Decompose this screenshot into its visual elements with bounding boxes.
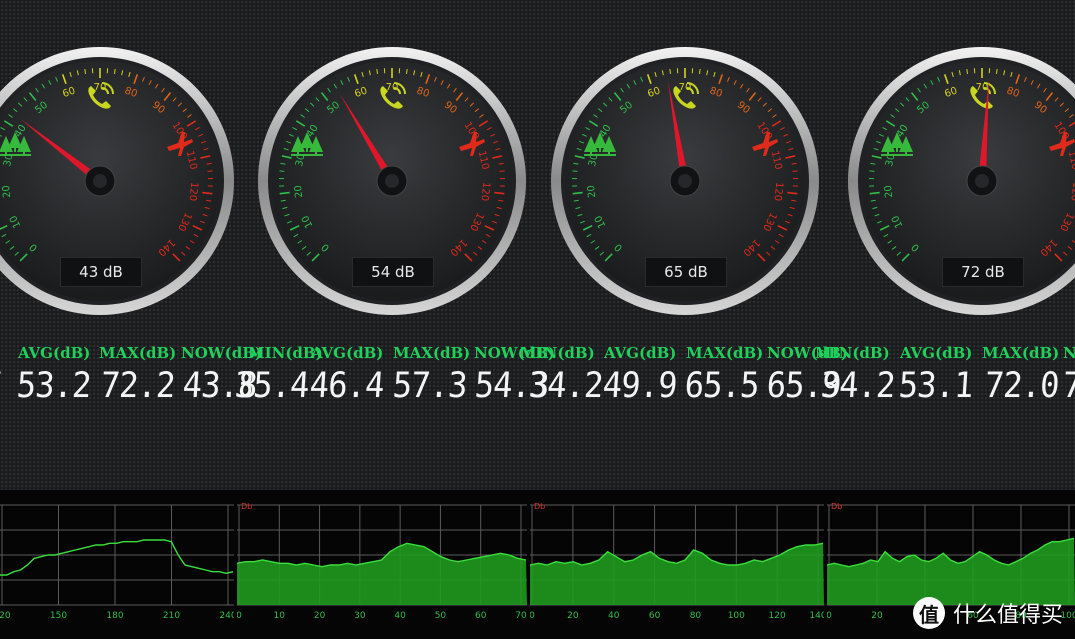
history-graph-2: Db 0 10 20 30 40 50 60 70	[237, 490, 527, 639]
max-value: 57.3	[391, 366, 468, 406]
graph-unit-label: Db	[831, 502, 842, 511]
graph-x-label: 60	[475, 611, 487, 621]
max-value: 72.2	[99, 366, 176, 406]
graph-plot: Db 0 10 20 30 40 50 60 70	[237, 502, 527, 621]
graph-x-label: 240	[219, 611, 234, 621]
scale-label: 20	[586, 185, 598, 199]
min-value: 34.2	[527, 366, 604, 406]
gauge-readout: 72 dB	[942, 257, 1024, 287]
avg-header: AVG(dB)	[604, 344, 677, 362]
graph-x-label: 150	[50, 611, 67, 621]
watermark-text: 什么值得买	[952, 603, 1063, 628]
graph-x-label: 20	[314, 611, 326, 621]
graph-x-label: 140	[809, 611, 824, 621]
graph-x-label: 120	[0, 611, 11, 621]
watermark-logo: 值	[912, 597, 945, 629]
avg-header: AVG(dB)	[900, 344, 973, 362]
watermark: 值 什么值得买	[912, 597, 1063, 629]
avg-header: AVG(dB)	[311, 344, 384, 362]
gauge-3: 0 10 20 30 40 50 60 70 80 90 100 110 120 130 140 65 dB	[549, 45, 821, 317]
history-graph-1: 120 150 180 210 240	[0, 490, 234, 639]
graph-x-label: 50	[435, 611, 447, 621]
history-graph-3: Db 0 20 40 60 80 100 120 140	[530, 490, 824, 639]
avg-header: AVG(dB)	[18, 344, 91, 362]
graph-line	[0, 539, 234, 576]
graph-x-label: 40	[608, 611, 620, 621]
graph-x-label: 30	[354, 611, 366, 621]
gauge-readout: 65 dB	[645, 257, 727, 287]
min-header: MIN(dB)	[520, 344, 595, 362]
min-value: 35.4	[233, 366, 310, 406]
scale-label: 20	[1, 185, 13, 199]
graph-x-label: 10	[274, 611, 286, 621]
graph-x-label: 100	[728, 611, 745, 621]
min-header: MIN(dB)	[815, 344, 890, 362]
max-value: 65.5	[683, 366, 760, 406]
now-value: 7	[1061, 366, 1075, 406]
avg-value: 53.1	[897, 366, 974, 406]
graph-x-label: 0	[237, 611, 242, 621]
min-value: 34.2	[819, 366, 896, 406]
avg-value: 53.2	[15, 366, 92, 406]
graph-x-label: 80	[690, 611, 702, 621]
gauge-readout: 54 dB	[352, 257, 434, 287]
max-header: MAX(dB)	[99, 344, 177, 362]
gauge-4: 0 10 20 30 40 50 60 70 80 90 100 110 120 130 140 72 dB	[846, 45, 1075, 317]
graph-unit-label: Db	[241, 502, 252, 511]
graph-x-label: 70	[515, 611, 527, 621]
scale-label: 120	[186, 181, 199, 201]
graph-x-label: 0	[827, 611, 832, 621]
graph-area	[237, 543, 527, 605]
graph-x-label: 20	[871, 611, 883, 621]
graph-x-label: 180	[106, 611, 123, 621]
graph-plot: 120 150 180 210 240	[0, 504, 234, 621]
graph-area	[530, 543, 824, 605]
scale-label: 120	[478, 181, 491, 201]
now-header: NOW(dB)	[1063, 344, 1075, 362]
graph-plot: Db 0 20 40 60 80 100 120 140	[530, 502, 824, 621]
graph-x-label: 20	[567, 611, 579, 621]
graph-x-label: 0	[530, 611, 535, 621]
gauge-1: 0 10 20 30 40 50 60 70 80 90 100 110 120 130 140 43 dB	[0, 45, 236, 317]
graph-x-label: 210	[163, 611, 180, 621]
gauge-readout: 43 dB	[60, 257, 142, 287]
graph-x-label: 40	[394, 611, 406, 621]
graph-unit-label: Db	[534, 502, 545, 511]
gauge-2: 0 10 20 30 40 50 60 70 80 90 100 110 120 130 140 54 dB	[256, 45, 528, 317]
gauge-strip: 0 10 20 30 40 50 60 70 80 90 100 110 120 130 140 43 dB…	[0, 0, 1075, 330]
graph-area	[827, 538, 1075, 605]
max-header: MAX(dB)	[393, 344, 471, 362]
stats-panel: 7 AVG(dB) MAX(dB) NOW(dB) MIN(dB) 53.2 7…	[0, 336, 1075, 416]
avg-value: 49.9	[601, 366, 678, 406]
max-header: MAX(dB)	[982, 344, 1060, 362]
scale-label: 20	[293, 185, 305, 199]
scale-label: 20	[883, 185, 895, 199]
max-value: 72.0	[983, 366, 1060, 406]
scale-label: 120	[771, 181, 784, 201]
avg-value: 46.4	[308, 366, 385, 406]
graph-x-label: 120	[769, 611, 786, 621]
graph-x-label: 60	[649, 611, 661, 621]
stat-clipped-value: 7	[0, 366, 3, 406]
max-header: MAX(dB)	[686, 344, 764, 362]
